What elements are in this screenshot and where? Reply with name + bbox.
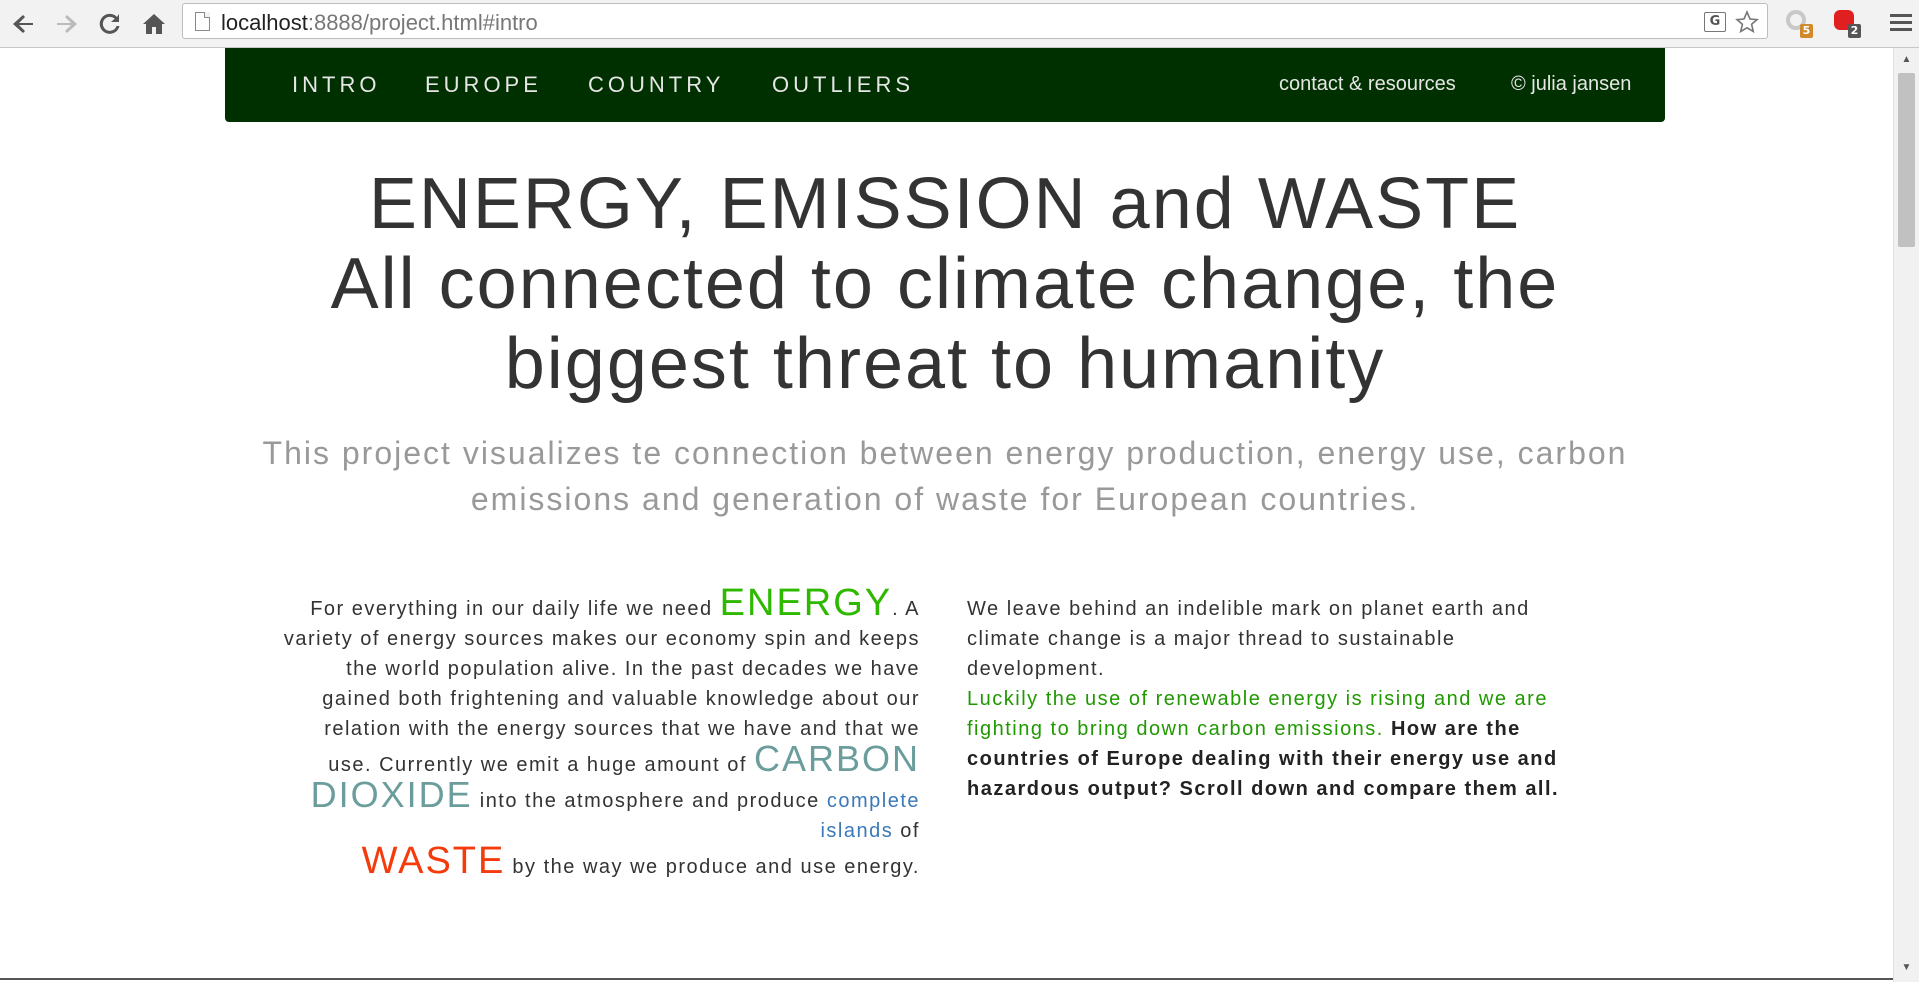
intro-left-text-1: For everything in our daily life we need [310, 598, 720, 620]
nav-link-contact-resources[interactable]: contact & resources [1279, 73, 1456, 96]
back-arrow-icon[interactable] [8, 8, 40, 40]
intro-left-text-5: by the way we produce and use energy. [505, 856, 920, 878]
star-icon[interactable] [1733, 8, 1761, 36]
scroll-up-arrow-icon[interactable]: ▲ [1894, 50, 1919, 70]
translate-icon[interactable]: G [1701, 8, 1729, 36]
browser-toolbar: localhost:8888/project.html#intro G 5 2 [0, 0, 1919, 48]
nav-link-europe[interactable]: EUROPE [425, 72, 542, 98]
nav-link-copyright[interactable]: © julia jansen [1511, 73, 1631, 96]
bottom-divider [0, 978, 1893, 980]
keyword-energy: ENERGY [719, 582, 893, 624]
address-bar[interactable]: localhost:8888/project.html#intro G [182, 3, 1768, 39]
vertical-scrollbar[interactable]: ▲ ▼ [1893, 48, 1919, 982]
title-line-1: ENERGY, EMISSION and WASTE [368, 164, 1522, 244]
site-navbar: INTRO EUROPE COUNTRY OUTLIERS contact & … [225, 48, 1665, 122]
page-subtitle: This project visualizes te connection be… [262, 435, 1628, 517]
page-title: ENERGY, EMISSION and WASTE All connected… [225, 164, 1665, 404]
adblock-extension-icon[interactable]: 2 [1831, 8, 1861, 38]
home-icon[interactable] [138, 8, 170, 40]
intro-right-text-1: We leave behind an indelible mark on pla… [967, 598, 1530, 680]
keyword-waste: WASTE [361, 840, 506, 882]
hamburger-menu-icon[interactable] [1890, 10, 1912, 36]
intro-left-text-3: into the atmosphere and produce [472, 790, 827, 812]
nav-link-country[interactable]: COUNTRY [588, 72, 724, 98]
scroll-down-arrow-icon[interactable]: ▼ [1894, 958, 1919, 978]
page-icon [195, 12, 210, 31]
extension-1-icon[interactable]: 5 [1783, 8, 1813, 38]
nav-link-intro[interactable]: INTRO [292, 72, 380, 98]
intro-right-column: We leave behind an indelible mark on pla… [967, 594, 1587, 804]
reload-icon[interactable] [94, 8, 126, 40]
forward-arrow-icon[interactable] [50, 8, 82, 40]
title-line-2: All connected to climate change, the big… [330, 244, 1560, 404]
intro-left-text-4: of [893, 820, 920, 842]
url-text[interactable]: localhost:8888/project.html#intro [221, 10, 538, 36]
intro-left-column: For everything in our daily life we need… [280, 584, 920, 882]
scrollbar-thumb[interactable] [1898, 73, 1915, 247]
nav-link-outliers[interactable]: OUTLIERS [772, 72, 914, 98]
